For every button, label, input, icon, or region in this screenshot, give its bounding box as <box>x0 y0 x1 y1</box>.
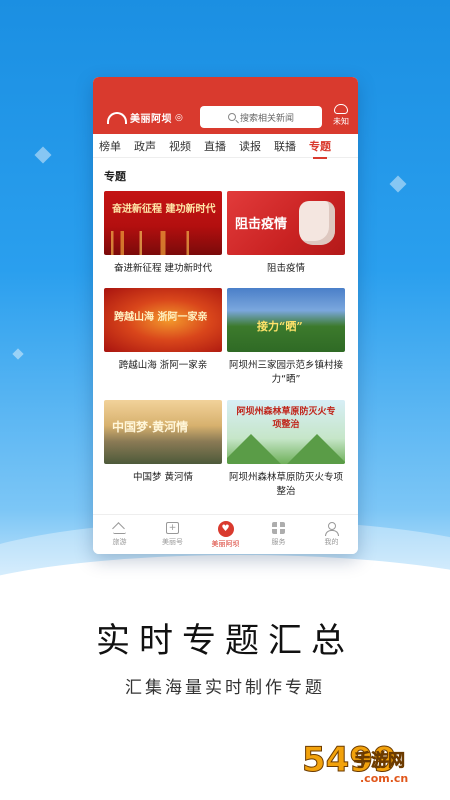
app-header: 美丽阿坝 ◎ 搜索相关新闻 未知 <box>93 77 358 134</box>
watermark-url: .com.cn <box>360 772 409 785</box>
topic-card[interactable]: 奋进新征程 建功新时代 奋进新征程 建功新时代 <box>104 191 222 276</box>
tab-dubao[interactable]: 读报 <box>239 138 261 154</box>
topic-caption: 跨越山海 浙阿一家亲 <box>118 360 208 371</box>
topic-thumbnail: 阻击疫情 <box>227 191 345 255</box>
topic-grid: 奋进新征程 建功新时代 奋进新征程 建功新时代 阻击疫情 阻击疫情 跨越山海 浙… <box>93 188 358 518</box>
search-icon <box>227 113 236 121</box>
topic-caption: 阿坝州三家园示范乡镇村接力“晒” <box>228 360 343 385</box>
topic-thumbnail: 阿坝州森林草原防灭火专项整治 <box>227 400 345 464</box>
tab-lianbo[interactable]: 联播 <box>274 138 296 154</box>
mountain-graphic <box>227 434 281 464</box>
bottom-navigation: 旅游 美丽号 ♥ 美丽阿坝 服务 我的 <box>93 514 358 554</box>
section-title: 专题 <box>104 170 126 183</box>
topic-card[interactable]: 阿坝州森林草原防灭火专项整治 阿坝州森林草原防灭火专项整治 <box>227 400 345 499</box>
topic-card[interactable]: 接力“晒” 阿坝州三家园示范乡镇村接力“晒” <box>227 288 345 387</box>
nav-label: 我的 <box>324 538 339 546</box>
watermark-logo: 5499 手游网 .com.cn <box>302 740 442 794</box>
nav-label: 服务 <box>271 538 286 546</box>
tab-zhuanti[interactable]: 专题 <box>309 138 331 159</box>
nav-label: 美丽号 <box>162 538 183 546</box>
nav-profile[interactable]: 我的 <box>305 515 358 554</box>
topic-card[interactable]: 中国梦·黄河情 中国梦 黄河情 <box>104 400 222 485</box>
mountain-graphic <box>287 434 345 464</box>
nav-meilihao[interactable]: 美丽号 <box>146 515 199 554</box>
thumbnail-title: 接力“晒” <box>257 320 303 333</box>
app-logo[interactable]: 美丽阿坝 ◎ <box>107 110 183 125</box>
logo-text: 美丽阿坝 <box>130 114 172 125</box>
decor-diamond <box>389 175 407 193</box>
topic-thumbnail: 奋进新征程 建功新时代 <box>104 191 222 255</box>
tab-bangdan[interactable]: 榜单 <box>99 138 121 154</box>
promo-headline: 实时专题汇总 <box>96 621 354 661</box>
plus-box-icon <box>166 522 179 534</box>
topic-caption: 阻击疫情 <box>266 263 305 274</box>
topic-card[interactable]: 跨越山海 浙阿一家亲 跨越山海 浙阿一家亲 <box>104 288 222 373</box>
tab-shipin[interactable]: 视频 <box>169 138 191 154</box>
nav-label: 美丽阿坝 <box>211 539 240 548</box>
topic-thumbnail: 接力“晒” <box>227 288 345 352</box>
topic-thumbnail: 跨越山海 浙阿一家亲 <box>104 288 222 352</box>
heart-icon: ♥ <box>217 520 234 537</box>
city-skyline-graphic <box>104 231 222 255</box>
nav-home[interactable]: ♥ 美丽阿坝 <box>199 515 252 554</box>
topic-caption: 阿坝州森林草原防灭火专项整治 <box>228 472 343 497</box>
watermark-cn: 手游网 <box>354 751 406 772</box>
tab-zhibo[interactable]: 直播 <box>204 138 226 154</box>
phone-mockup: 美丽阿坝 ◎ 搜索相关新闻 未知 榜单 政声 视频 直播 读报 联播 专题 专题… <box>93 77 358 554</box>
logo-icon <box>107 111 127 124</box>
thumbnail-title: 阿坝州森林草原防灭火专项整治 <box>236 407 336 430</box>
topic-caption: 中国梦 黄河情 <box>132 472 194 483</box>
channel-tabs: 榜单 政声 视频 直播 读报 联播 专题 <box>93 134 358 159</box>
tab-zhengsheng[interactable]: 政声 <box>134 138 156 154</box>
topic-thumbnail: 中国梦·黄河情 <box>104 400 222 464</box>
decor-diamond <box>34 146 52 164</box>
nav-label: 旅游 <box>112 538 127 546</box>
nav-service[interactable]: 服务 <box>252 515 305 554</box>
cloud-icon <box>334 104 348 114</box>
search-placeholder: 搜索相关新闻 <box>239 113 294 124</box>
search-input[interactable]: 搜索相关新闻 <box>200 106 322 128</box>
grid-icon <box>272 522 285 534</box>
decor-diamond <box>12 348 24 360</box>
thumbnail-title: 中国梦·黄河情 <box>112 420 189 434</box>
promo-subline: 汇集海量实时制作专题 <box>125 678 325 698</box>
thumbnail-title: 跨越山海 浙阿一家亲 <box>114 312 208 323</box>
weather-label: 未知 <box>333 117 349 126</box>
user-icon <box>325 522 339 536</box>
fist-graphic <box>299 201 335 245</box>
thumbnail-title: 阻击疫情 <box>235 217 288 232</box>
weather-widget[interactable]: 未知 <box>329 104 353 127</box>
nav-travel[interactable]: 旅游 <box>93 515 146 554</box>
thumbnail-title: 奋进新征程 建功新时代 <box>112 204 216 215</box>
location-pin-icon: ◎ <box>175 112 183 123</box>
topic-card[interactable]: 阻击疫情 阻击疫情 <box>227 191 345 276</box>
topic-caption: 奋进新征程 建功新时代 <box>113 263 213 274</box>
mountain-icon <box>113 522 126 534</box>
